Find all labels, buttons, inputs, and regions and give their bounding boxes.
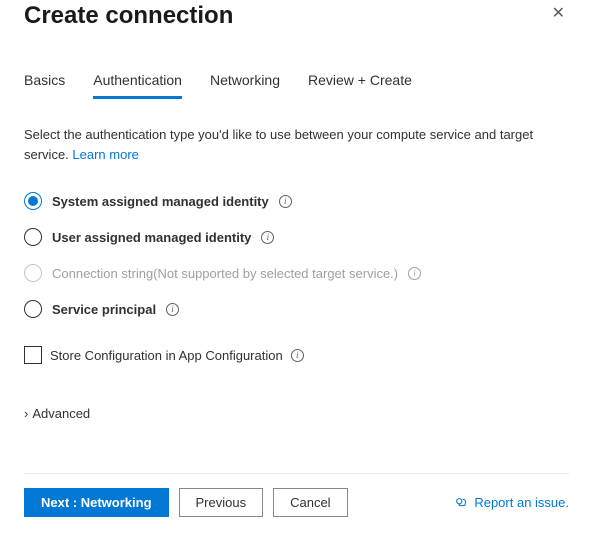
advanced-label: Advanced	[32, 406, 90, 421]
disabled-hint: (Not supported by selected target servic…	[153, 266, 398, 281]
info-icon[interactable]: i	[279, 195, 292, 208]
info-icon: i	[408, 267, 421, 280]
advanced-toggle[interactable]: › Advanced	[24, 406, 569, 421]
tab-review-create[interactable]: Review + Create	[308, 72, 412, 99]
radio-icon[interactable]	[24, 192, 42, 210]
close-button[interactable]: ✕	[548, 2, 569, 26]
radio-label: Connection string(Not supported by selec…	[52, 266, 398, 281]
auth-radio-group: System assigned managed identity i User …	[24, 192, 569, 318]
checkbox-icon[interactable]	[24, 346, 42, 364]
chevron-right-icon: ›	[24, 406, 28, 421]
auth-option-system-identity[interactable]: System assigned managed identity i	[24, 192, 569, 210]
footer: Next : Networking Previous Cancel Report…	[24, 473, 569, 541]
close-icon: ✕	[552, 5, 565, 22]
info-icon[interactable]: i	[261, 231, 274, 244]
radio-icon[interactable]	[24, 228, 42, 246]
report-issue-link[interactable]: Report an issue.	[454, 495, 569, 510]
auth-option-user-identity[interactable]: User assigned managed identity i	[24, 228, 569, 246]
tab-basics[interactable]: Basics	[24, 72, 65, 99]
radio-label: User assigned managed identity	[52, 230, 251, 245]
cancel-button[interactable]: Cancel	[273, 488, 347, 517]
description: Select the authentication type you'd lik…	[24, 125, 569, 164]
previous-button[interactable]: Previous	[179, 488, 264, 517]
report-issue-label: Report an issue.	[474, 495, 569, 510]
auth-option-service-principal[interactable]: Service principal i	[24, 300, 569, 318]
page-title: Create connection	[24, 2, 233, 30]
feedback-icon	[454, 496, 468, 510]
tab-bar: Basics Authentication Networking Review …	[24, 72, 569, 99]
radio-label: Service principal	[52, 302, 156, 317]
info-icon[interactable]: i	[291, 349, 304, 362]
radio-icon[interactable]	[24, 300, 42, 318]
learn-more-link[interactable]: Learn more	[72, 147, 138, 162]
next-button[interactable]: Next : Networking	[24, 488, 169, 517]
checkbox-label: Store Configuration in App Configuration	[50, 348, 283, 363]
tab-networking[interactable]: Networking	[210, 72, 280, 99]
info-icon[interactable]: i	[166, 303, 179, 316]
radio-icon	[24, 264, 42, 282]
store-config-checkbox-row[interactable]: Store Configuration in App Configuration…	[24, 346, 569, 364]
radio-label: System assigned managed identity	[52, 194, 269, 209]
auth-option-connection-string: Connection string(Not supported by selec…	[24, 264, 569, 282]
tab-authentication[interactable]: Authentication	[93, 72, 182, 99]
